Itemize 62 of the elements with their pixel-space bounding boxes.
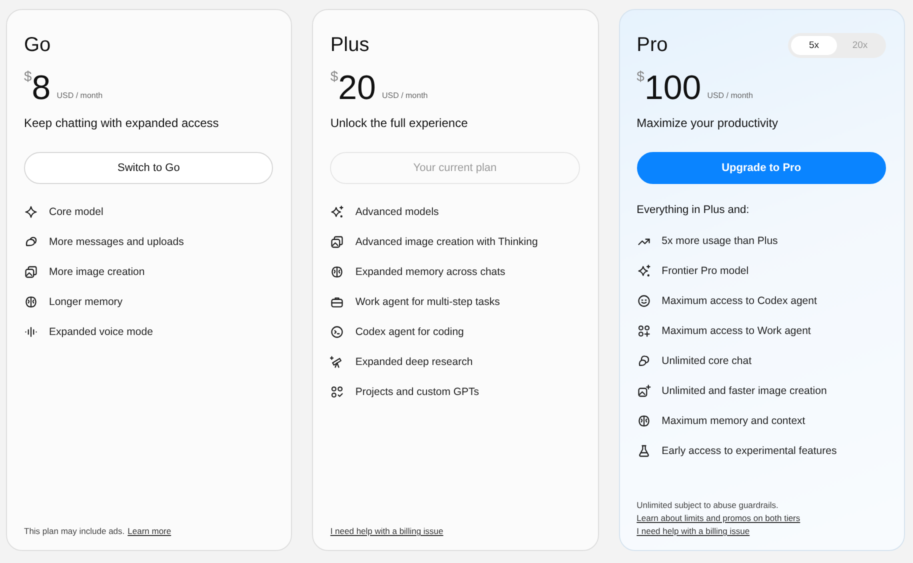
- feature-text: Projects and custom GPTs: [355, 386, 480, 398]
- telescope-icon: [330, 355, 344, 369]
- currency-symbol: $: [636, 68, 644, 84]
- face-icon: [636, 294, 651, 308]
- feature-text: Advanced image creation with Thinking: [355, 236, 538, 248]
- feature-text: Unlimited and faster image creation: [662, 385, 827, 397]
- feature-text: Early access to experimental features: [662, 445, 837, 457]
- briefcase-icon: [330, 295, 344, 309]
- feature-text: Frontier Pro model: [662, 265, 749, 277]
- four-circles-icon: [330, 385, 344, 399]
- feature-text: Maximum access to Codex agent: [662, 295, 817, 307]
- feature-text: Core model: [49, 206, 104, 218]
- currency-symbol: $: [24, 68, 32, 84]
- image-stack-icon: [330, 235, 344, 249]
- image-sparkle-icon: [636, 384, 651, 398]
- feature-text: Advanced models: [355, 206, 439, 218]
- feature-text: Expanded memory across chats: [355, 266, 506, 278]
- currency-symbol: $: [330, 68, 338, 84]
- plan-button[interactable]: Upgrade to Pro: [636, 152, 886, 184]
- footer-link[interactable]: Learn more: [128, 526, 172, 536]
- footer-link[interactable]: I need help with a billing issue: [330, 526, 444, 536]
- price-amount: 20: [338, 70, 376, 106]
- plan-name: Plus: [330, 34, 370, 56]
- image-stack-icon: [24, 265, 38, 279]
- price-period: USD / month: [707, 91, 753, 100]
- terminal-circle-icon: [330, 325, 344, 339]
- feature-text: Maximum access to Work agent: [662, 325, 811, 337]
- sparkle-icon: [24, 205, 38, 219]
- price-period: USD / month: [382, 91, 428, 100]
- plan-tagline: Unlock the full experience: [330, 116, 469, 130]
- chat-bubbles-icon: [24, 235, 38, 249]
- four-circles-icon: [636, 324, 651, 338]
- price-period: USD / month: [56, 91, 103, 100]
- feature-text: More image creation: [49, 266, 145, 278]
- feature-text: Expanded voice mode: [49, 326, 153, 338]
- plan-tagline: Maximize your productivity: [636, 116, 780, 130]
- feature-text: More messages and uploads: [49, 236, 184, 248]
- price-amount: 100: [644, 70, 702, 106]
- footer-note: Unlimited subject to abuse guardrails.: [636, 500, 778, 510]
- feature-text: Maximum memory and context: [662, 415, 806, 427]
- feature-text: Expanded deep research: [355, 356, 473, 368]
- plan-name: Pro: [636, 34, 668, 56]
- feature-text: Longer memory: [49, 296, 123, 308]
- feature-text: Unlimited core chat: [662, 355, 752, 367]
- feature-text: 5x more usage than Plus: [662, 235, 778, 247]
- chat-bubbles-icon: [636, 354, 651, 368]
- sparkles-icon: [636, 264, 651, 278]
- feature-text: Work agent for multi-step tasks: [355, 296, 500, 308]
- footer-link[interactable]: I need help with a billing issue: [636, 526, 750, 536]
- voice-wave-icon: [24, 325, 38, 339]
- plan-button: Your current plan: [330, 152, 580, 184]
- footer-note: This plan may include ads.: [24, 526, 125, 536]
- price-amount: 8: [32, 70, 51, 106]
- plan-button[interactable]: Switch to Go: [24, 152, 274, 184]
- feature-text: Codex agent for coding: [355, 326, 464, 338]
- plan-name: Go: [24, 34, 51, 56]
- sparkles-icon: [330, 205, 344, 219]
- features-heading: Everything in Plus and:: [636, 204, 750, 216]
- tier-option[interactable]: 5x: [790, 36, 837, 54]
- flask-icon: [636, 444, 651, 458]
- footer-link[interactable]: Learn about limits and promos on both tiers: [636, 513, 800, 523]
- plan-tagline: Keep chatting with expanded access: [24, 116, 220, 130]
